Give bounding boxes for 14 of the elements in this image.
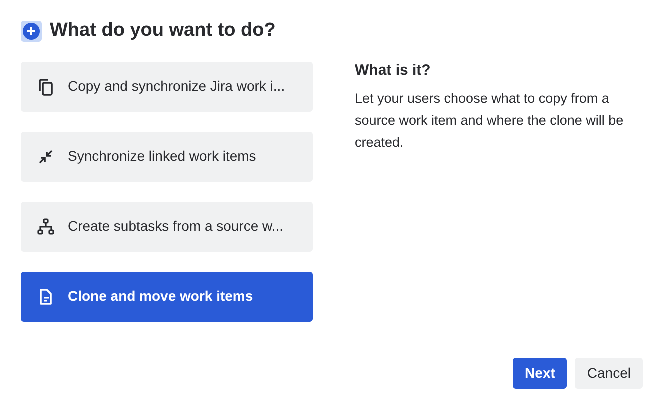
add-icon — [21, 20, 42, 42]
option-button[interactable]: Clone and move work items — [21, 272, 313, 322]
document-icon — [37, 288, 55, 306]
copy-icon — [37, 78, 55, 96]
option-button[interactable]: Synchronize linked work items — [21, 132, 313, 182]
info-text: Let your users choose what to copy from a source work item and where the clone will be created. — [355, 90, 625, 152]
hierarchy-icon — [37, 218, 55, 236]
collapse-arrows-icon — [37, 148, 55, 166]
next-button[interactable]: Next — [513, 358, 568, 389]
option-button[interactable]: Create subtasks from a source w... — [21, 202, 313, 252]
option-button[interactable]: Copy and synchronize Jira work i... — [21, 62, 313, 112]
page-heading: What do you want to do? — [50, 20, 276, 43]
info-title: What is it? — [355, 60, 432, 81]
cancel-button[interactable]: Cancel — [575, 358, 643, 389]
